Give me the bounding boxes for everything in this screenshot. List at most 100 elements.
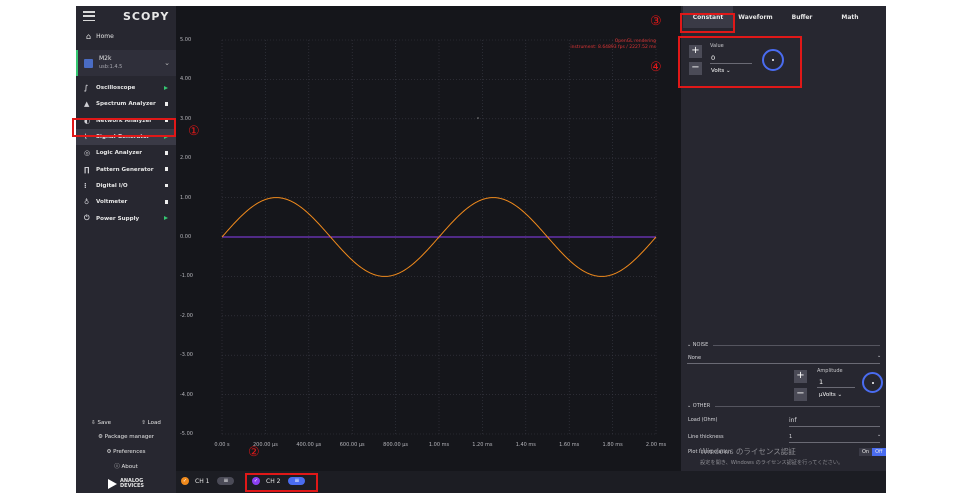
ch1-check-icon[interactable]: ✓ bbox=[181, 477, 189, 485]
sidebar-item-digital-i-o[interactable]: ⁞ Digital I/O bbox=[76, 178, 176, 194]
amplitude-unit-select[interactable]: µVolts ⌄ bbox=[819, 392, 842, 398]
sidebar-item-oscilloscope[interactable]: ∫ Oscilloscope bbox=[76, 80, 176, 96]
y-tick-label: -4.00 bbox=[180, 391, 193, 398]
amplitude-input[interactable]: 1 bbox=[819, 378, 823, 386]
digital-io-icon: ⁞ bbox=[84, 181, 87, 190]
run-indicator-icon[interactable] bbox=[164, 86, 168, 90]
chevron-down-icon[interactable]: ⌄ bbox=[877, 353, 881, 359]
y-tick-label: -2.00 bbox=[180, 312, 193, 319]
signal-plot[interactable] bbox=[176, 6, 681, 471]
stop-indicator-icon[interactable] bbox=[164, 102, 168, 106]
load-input[interactable]: inf bbox=[789, 417, 797, 424]
annotation-box-signal-generator bbox=[72, 118, 176, 137]
stop-indicator-icon[interactable] bbox=[164, 183, 168, 188]
tab-math[interactable]: Math bbox=[826, 6, 874, 28]
y-tick-label: 1.00 bbox=[180, 194, 192, 201]
amplitude-label: Amplitude bbox=[817, 368, 843, 374]
oscilloscope-icon: ∫ bbox=[84, 84, 89, 93]
x-tick-label: 1.60 ms bbox=[559, 442, 580, 448]
sidebar-item-voltmeter[interactable]: ♁ Voltmeter bbox=[76, 194, 176, 210]
sidebar-item-spectrum-analyzer[interactable]: ▲ Spectrum Analyzer bbox=[76, 96, 176, 112]
x-tick-label: 2.00 ms bbox=[645, 442, 667, 448]
home-icon: ⌂ bbox=[86, 31, 92, 41]
amplitude-decrement-button[interactable]: − bbox=[794, 388, 807, 401]
sidebar-item-label: Pattern Generator bbox=[96, 166, 154, 173]
sidebar-item-power-supply[interactable]: ⏻ Power Supply bbox=[76, 210, 176, 226]
sidebar: SCOPY ⌂ Home M2k usb:1.4.5 ⌄ ∫ Oscillosco… bbox=[76, 6, 176, 493]
annotation-box-value bbox=[678, 36, 802, 88]
amplitude-increment-button[interactable]: + bbox=[794, 370, 807, 383]
x-tick-label: 600.00 µs bbox=[339, 442, 365, 448]
save-button[interactable]: ⇩ Save bbox=[91, 420, 111, 426]
ch1-menu-button[interactable]: ≡ bbox=[217, 477, 235, 485]
device-uri: usb:1.4.5 bbox=[99, 64, 123, 70]
x-tick-label: 0.00 s bbox=[214, 442, 230, 448]
y-tick-label: -5.00 bbox=[180, 431, 193, 437]
sidebar-item-label: Spectrum Analyzer bbox=[96, 101, 156, 108]
y-tick-label: 2.00 bbox=[180, 155, 192, 162]
amplitude-underline bbox=[817, 387, 855, 388]
y-tick-label: -3.00 bbox=[180, 352, 193, 359]
stop-indicator-icon[interactable] bbox=[164, 167, 168, 171]
y-tick-label: 0.00 bbox=[180, 234, 192, 240]
stop-indicator-icon[interactable] bbox=[164, 200, 168, 204]
channel-1[interactable]: ✓ CH 1 ≡ bbox=[181, 477, 235, 485]
noise-type-select[interactable]: None bbox=[688, 355, 701, 361]
menu-icon[interactable] bbox=[83, 9, 103, 23]
cursor-dot bbox=[477, 117, 479, 119]
stop-indicator-icon[interactable] bbox=[164, 151, 168, 155]
windows-activation-watermark: Windows のライセンス認証 bbox=[700, 447, 796, 456]
plot-area[interactable]: 5.00 4.00 3.00 2.00 1.00 0.00 -1.00 -2.00 -3.00 -… bbox=[176, 6, 681, 471]
noise-section-header[interactable]: ⌄ NOISE bbox=[687, 342, 880, 348]
spectrum-icon: ▲ bbox=[84, 100, 90, 109]
device-icon bbox=[84, 58, 93, 68]
chevron-down-icon[interactable]: ⌄ bbox=[877, 432, 881, 438]
pattern-icon: ∏ bbox=[84, 165, 90, 174]
home-label: Home bbox=[96, 32, 114, 40]
package-icon: ⚙ bbox=[98, 434, 105, 440]
noise-underline bbox=[687, 363, 880, 364]
package-manager-button[interactable]: ⚙ Package manager bbox=[76, 430, 176, 445]
tab-waveform[interactable]: Waveform bbox=[733, 6, 778, 28]
load-button[interactable]: ⇧ Load bbox=[141, 420, 161, 426]
sidebar-item-label: Oscilloscope bbox=[96, 85, 136, 92]
annotation-number-1: ① bbox=[188, 124, 200, 139]
analog-devices-logo: ANALOG DEVICES bbox=[76, 475, 176, 493]
annotation-number-2: ② bbox=[248, 445, 260, 460]
render-info: OpenGL rendering instrument: 8.64893 fps… bbox=[570, 39, 656, 50]
y-tick-label: -1.00 bbox=[180, 273, 193, 280]
power-icon: ⏻ bbox=[84, 214, 90, 223]
sidebar-item-pattern-generator[interactable]: ∏ Pattern Generator bbox=[76, 161, 176, 177]
logic-icon: ◎ bbox=[84, 149, 91, 158]
about-button[interactable]: ⓘ About bbox=[76, 460, 176, 475]
interpolation-toggle[interactable]: On Off bbox=[859, 448, 886, 456]
windows-activation-hint: 設定を開き、Windows のライセンス認証を行ってください。 bbox=[700, 460, 844, 466]
chevron-down-icon[interactable]: ⌄ bbox=[164, 59, 170, 67]
other-section-header[interactable]: ⌄ OTHER bbox=[687, 403, 880, 409]
x-tick-label: 1.80 ms bbox=[602, 442, 623, 448]
line-thickness-select[interactable]: 1 bbox=[789, 434, 792, 440]
load-label: Load (Ohm) bbox=[688, 417, 718, 423]
x-tick-label: 1.00 ms bbox=[428, 442, 450, 448]
tab-buffer[interactable]: Buffer bbox=[778, 6, 826, 28]
device-item[interactable]: M2k usb:1.4.5 ⌄ bbox=[76, 50, 176, 76]
sidebar-item-label: Digital I/O bbox=[96, 182, 128, 189]
line-thickness-label: Line thickness bbox=[688, 434, 724, 440]
adi-logo-icon bbox=[108, 479, 117, 489]
annotation-box-ch2 bbox=[245, 473, 318, 492]
sidebar-item-label: Power Supply bbox=[96, 215, 140, 222]
amplitude-knob[interactable] bbox=[862, 372, 883, 393]
sidebar-item-logic-analyzer[interactable]: ◎ Logic Analyzer bbox=[76, 145, 176, 161]
preferences-button[interactable]: ⚙ Preferences bbox=[76, 445, 176, 460]
app-logo: SCOPY bbox=[123, 9, 170, 23]
y-tick-label: 5.00 bbox=[180, 37, 192, 43]
annotation-number-4: ④ bbox=[650, 60, 662, 75]
sidebar-item-label: Logic Analyzer bbox=[96, 150, 143, 157]
y-tick-label: 4.00 bbox=[180, 76, 192, 83]
x-tick-label: 1.20 ms bbox=[472, 442, 493, 448]
chevron-down-icon: ⌄ bbox=[837, 392, 843, 398]
y-tick-label: 3.00 bbox=[180, 115, 192, 122]
sidebar-item-home[interactable]: ⌂ Home bbox=[76, 28, 176, 44]
line-thickness-underline bbox=[789, 442, 880, 443]
run-indicator-icon[interactable] bbox=[164, 216, 168, 221]
